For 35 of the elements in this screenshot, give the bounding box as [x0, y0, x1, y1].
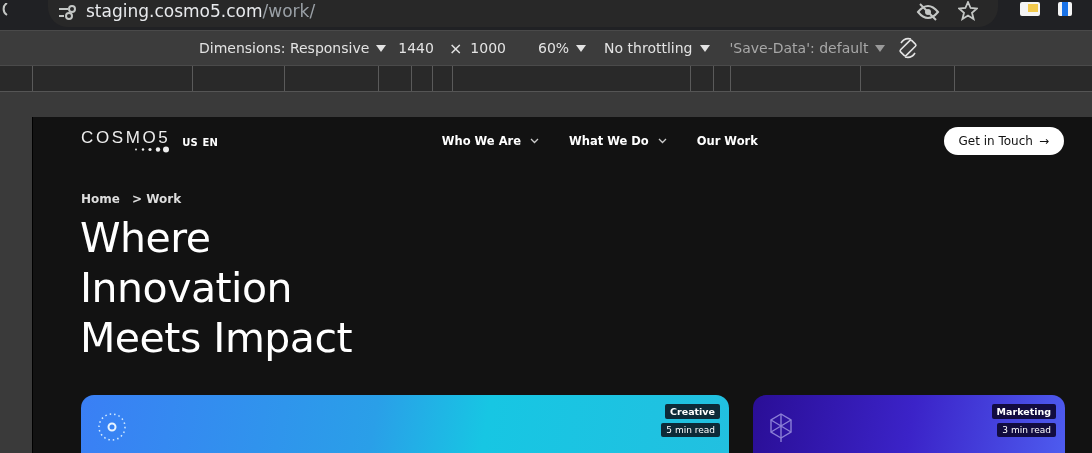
address-bar-url[interactable]: staging.cosmo5.com/work/ [86, 1, 316, 21]
reload-icon[interactable] [0, 3, 10, 19]
locale-label[interactable]: US [182, 136, 198, 148]
star-icon[interactable] [958, 1, 978, 21]
breadcrumb-link[interactable]: > Work [131, 192, 182, 206]
category-tag: Marketing [991, 404, 1056, 419]
throttling-dropdown[interactable]: No throttling [604, 40, 710, 56]
dots-icon [134, 146, 171, 153]
height-field[interactable]: 1000 [470, 40, 506, 56]
page-headline: Where Innovation Meets Impact [80, 213, 354, 363]
logo[interactable]: COSMO5 [81, 129, 171, 153]
nav-link[interactable]: Our Work [696, 134, 758, 148]
project-card[interactable]: Creative 5 min read [81, 395, 729, 453]
locale-label[interactable]: EN [202, 136, 218, 148]
nav-link[interactable]: Who We Are [441, 134, 540, 148]
save-data-dropdown[interactable]: 'Save-Data': default [729, 40, 886, 56]
get-in-touch-button[interactable]: Get in Touch → [943, 127, 1064, 155]
category-tag: Creative [665, 404, 720, 419]
read-time-tag: 3 min read [997, 423, 1056, 437]
cube-icon [769, 412, 793, 442]
zoom-dropdown[interactable]: 60% [538, 40, 587, 56]
times-sign: × [448, 38, 463, 58]
rotate-icon[interactable] [897, 37, 920, 59]
dotted-circle-icon [97, 412, 127, 442]
breadcrumb-link[interactable]: Home [81, 192, 120, 206]
dimensions-dropdown[interactable]: Dimensions: Responsive [199, 40, 387, 56]
site-settings-icon[interactable] [56, 5, 78, 21]
chevron-down-icon [530, 138, 540, 144]
extension-icon[interactable] [1058, 2, 1072, 16]
chevron-down-icon [657, 138, 667, 144]
read-time-tag: 5 min read [661, 423, 720, 437]
nav-link[interactable]: What We Do [569, 134, 667, 148]
eye-slash-icon[interactable] [916, 3, 940, 21]
project-card[interactable]: Marketing 3 min read [753, 395, 1065, 453]
width-field[interactable]: 1440 [398, 40, 434, 56]
